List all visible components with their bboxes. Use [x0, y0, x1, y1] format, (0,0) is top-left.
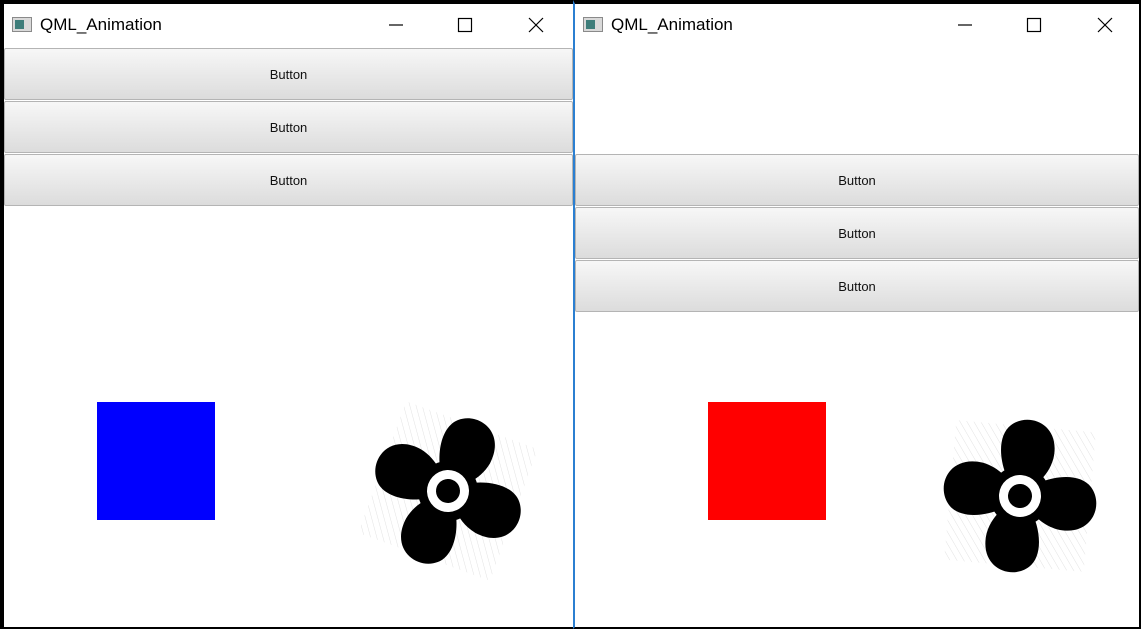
qml-window-left: QML_Animation Button Button Button	[0, 0, 573, 629]
title-bar[interactable]: QML_Animation	[4, 4, 573, 46]
qml-window-right: QML_Animation Button Button Button	[573, 0, 1141, 629]
minimize-icon[interactable]	[942, 4, 988, 46]
close-icon[interactable]	[513, 4, 559, 46]
button-3[interactable]: Button	[575, 260, 1139, 312]
window-title: QML_Animation	[611, 15, 733, 34]
button-1[interactable]: Button	[575, 154, 1139, 206]
button-1[interactable]: Button	[4, 48, 573, 100]
title-bar[interactable]: QML_Animation	[575, 4, 1139, 46]
app-icon	[12, 17, 32, 32]
app-icon	[583, 17, 603, 32]
close-icon[interactable]	[1082, 4, 1128, 46]
minimize-icon[interactable]	[373, 4, 419, 46]
propeller-fan-icon	[338, 381, 558, 601]
button-3[interactable]: Button	[4, 154, 573, 206]
propeller-fan-icon	[910, 386, 1130, 606]
maximize-icon[interactable]	[1011, 4, 1057, 46]
button-2[interactable]: Button	[575, 207, 1139, 259]
window-title: QML_Animation	[40, 15, 162, 34]
maximize-icon[interactable]	[442, 4, 488, 46]
animated-square	[708, 402, 826, 520]
animated-square	[97, 402, 215, 520]
button-2[interactable]: Button	[4, 101, 573, 153]
